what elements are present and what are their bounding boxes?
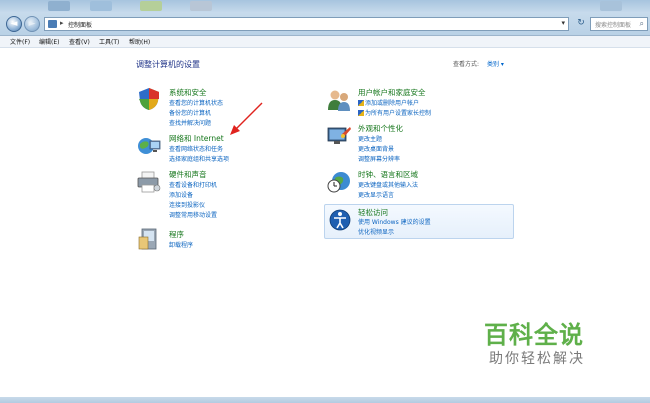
breadcrumb-separator[interactable]: ▸ [60,19,64,27]
link-add-device[interactable]: 添加设备 [169,190,193,199]
menu-file[interactable]: 文件(F) [10,37,30,46]
uac-shield-icon [358,110,364,116]
watermark-title: 百科全说 [484,321,584,349]
users-icon[interactable] [326,88,352,112]
control-panel-content: 调整计算机的设置 查看方式: 类别 ▾ 系统和安全 查看您的计算机状态 备份您的… [0,49,650,403]
link-add-remove-accounts[interactable]: 添加或删除用户帐户 [358,98,419,107]
link-homegroup-sharing[interactable]: 选择家庭组和共享选项 [169,154,229,163]
category-programs[interactable]: 程序 [169,229,184,240]
link-parental-controls[interactable]: 为所有用户设置家长控制 [358,108,431,117]
ease-of-access-icon[interactable] [328,208,354,232]
clock-globe-icon[interactable] [326,170,352,194]
back-button[interactable]: ◄ [6,16,22,32]
link-change-theme[interactable]: 更改主题 [358,134,382,143]
search-placeholder: 搜索控制面板 [595,22,632,29]
window-bottom-edge [0,397,650,403]
link-uninstall-program[interactable]: 卸载程序 [169,240,193,249]
page-title: 调整计算机的设置 [136,60,200,69]
network-globe-icon[interactable] [136,134,162,158]
annotation-arrow [230,102,263,135]
link-label: 为所有用户设置家长控制 [365,110,432,117]
programs-icon[interactable] [136,227,162,251]
address-bar[interactable]: ▸ 控制面板 ▾ [44,17,569,31]
appearance-icon[interactable] [326,124,352,148]
link-change-desktop-background[interactable]: 更改桌面背景 [358,144,394,153]
link-change-input-method[interactable]: 更改键盘或其他输入法 [358,180,418,189]
link-network-status[interactable]: 查看网络状态和任务 [169,144,223,153]
window-titlebar: ◄ ► ▸ 控制面板 ▾ ↻ 搜索控制面板 ⌕ [0,0,650,36]
uac-shield-icon [358,100,364,106]
printer-icon[interactable] [136,170,162,194]
link-change-display-language[interactable]: 更改显示语言 [358,190,394,199]
thumbnail [600,1,622,11]
menu-help[interactable]: 帮助(H) [129,37,150,46]
link-recommended-settings[interactable]: 使用 Windows 建议的设置 [358,217,431,226]
category-appearance[interactable]: 外观和个性化 [358,123,403,134]
link-label: 添加或删除用户帐户 [365,100,420,107]
link-connect-projector[interactable]: 连接到投影仪 [169,200,205,209]
menu-tools[interactable]: 工具(T) [99,37,119,46]
category-clock-language[interactable]: 时钟、语言和区域 [358,169,418,180]
shield-icon[interactable] [136,87,162,111]
forward-button[interactable]: ► [24,16,40,32]
menu-edit[interactable]: 编辑(E) [39,37,59,46]
search-input[interactable]: 搜索控制面板 ⌕ [590,17,648,31]
link-backup-computer[interactable]: 备份您的计算机 [169,108,211,117]
link-devices-printers[interactable]: 查看设备和打印机 [169,180,217,189]
category-hardware-sound[interactable]: 硬件和声音 [169,169,207,180]
view-by-label: 查看方式: [453,61,480,68]
chevron-down-icon[interactable]: ▾ [561,19,565,27]
link-screen-resolution[interactable]: 调整屏幕分辨率 [358,154,400,163]
thumbnail [90,1,112,11]
thumbnail [190,1,212,11]
category-user-accounts[interactable]: 用户帐户和家庭安全 [358,87,426,98]
category-network-internet[interactable]: 网络和 Internet [169,133,224,144]
category-system-security[interactable]: 系统和安全 [169,87,207,98]
breadcrumb-control-panel[interactable]: 控制面板 [68,20,92,29]
view-by-dropdown[interactable]: 类别 ▾ [487,59,504,68]
control-panel-icon [48,20,57,28]
menu-bar: 文件(F) 编辑(E) 查看(V) 工具(T) 帮助(H) [0,36,650,48]
taskbar-thumbnails [0,0,650,12]
link-mobility-settings[interactable]: 调整常用移动设置 [169,210,217,219]
refresh-icon[interactable]: ↻ [574,17,588,31]
link-optimize-visual-display[interactable]: 优化视频显示 [358,227,394,236]
menu-view[interactable]: 查看(V) [69,37,90,46]
link-view-computer-status[interactable]: 查看您的计算机状态 [169,98,223,107]
search-icon[interactable]: ⌕ [640,19,644,29]
thumbnail [140,1,162,11]
watermark-subtitle: 助你轻松解决 [489,351,585,367]
thumbnail [48,1,70,11]
link-troubleshoot[interactable]: 查找并解决问题 [169,118,211,127]
